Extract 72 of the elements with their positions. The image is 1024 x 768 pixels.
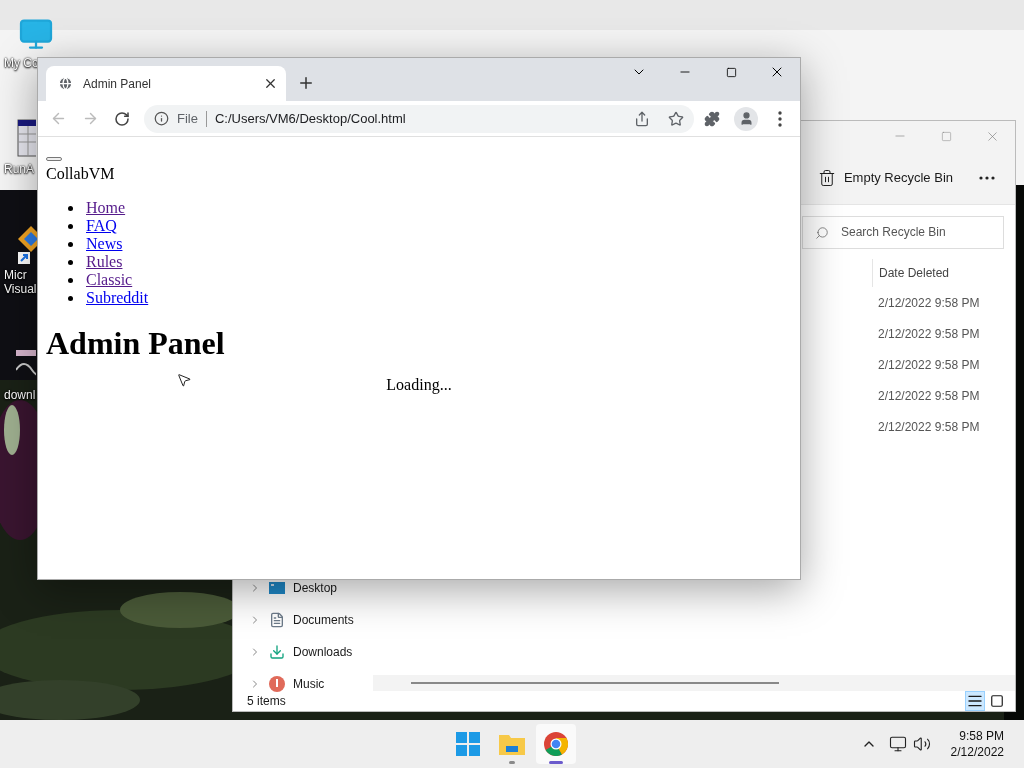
url-text: C:/Users/VM6/Desktop/Cool.html: [214, 109, 407, 128]
network-icon[interactable]: [888, 735, 907, 753]
nav-link[interactable]: News: [86, 235, 123, 253]
empty-recycle-bin-button[interactable]: Empty Recycle Bin: [809, 159, 961, 196]
nav-link[interactable]: Home: [86, 199, 126, 217]
share-icon[interactable]: [634, 110, 650, 127]
icon-label: Visual: [4, 282, 37, 296]
bullet-icon: [68, 295, 73, 301]
maximize-icon: [725, 66, 737, 78]
nav-item[interactable]: Music: [233, 675, 373, 693]
bullet-icon: [68, 259, 73, 265]
bullet-icon: [68, 223, 73, 229]
empty-button[interactable]: [46, 157, 62, 161]
nav-link[interactable]: FAQ: [86, 217, 117, 235]
search-icon: [815, 225, 829, 240]
volume-icon[interactable]: [912, 735, 931, 753]
site-brand: CollabVM: [46, 165, 116, 183]
running-indicator: [549, 761, 563, 764]
chrome-icon: [544, 732, 568, 756]
globe-icon: [58, 76, 73, 91]
trash-icon: [817, 168, 836, 187]
date-cell-text: 2/12/2022 9:58 PM: [878, 325, 980, 343]
person-icon: [738, 111, 754, 126]
page-heading: Admin Panel: [46, 325, 226, 361]
document-icon: [269, 612, 285, 628]
star-icon[interactable]: [668, 110, 684, 127]
icon-label: RunA: [4, 162, 35, 176]
date-cell-text: 2/12/2022 9:58 PM: [878, 356, 980, 374]
folder-icon: [499, 733, 525, 755]
view-button[interactable]: [965, 691, 985, 711]
taskbar-app[interactable]: [536, 724, 576, 764]
download-icon: [269, 644, 285, 660]
profile-button[interactable]: [734, 106, 758, 131]
column-header[interactable]: Date Deleted: [879, 264, 950, 282]
tiles-view-icon: [990, 694, 1004, 708]
bullet-icon: [68, 241, 73, 247]
cursor-icon: [176, 371, 192, 389]
icon-label: downl: [4, 388, 36, 402]
icon-label: Micr: [4, 268, 28, 282]
nav-item[interactable]: Documents: [233, 611, 373, 629]
list-view-icon: [967, 693, 983, 709]
nav-item[interactable]: Downloads: [233, 643, 373, 661]
info-icon[interactable]: [154, 111, 169, 126]
more-icon: [979, 175, 995, 180]
reload-icon: [114, 110, 130, 127]
windows-logo-icon: [456, 732, 480, 756]
browser-tab[interactable]: Admin Panel: [46, 66, 286, 101]
plus-icon: [297, 74, 315, 92]
item-count: 5 items: [247, 693, 286, 710]
nav-link[interactable]: Subreddit: [86, 289, 149, 307]
bullet-icon: [68, 277, 73, 283]
menu-icon: [778, 110, 782, 127]
address-bar[interactable]: File C:/Users/VM6/Desktop/Cool.html: [144, 104, 694, 133]
puzzle-icon: [704, 110, 720, 127]
nav-link[interactable]: Classic: [86, 271, 133, 289]
scheme-label: File: [177, 109, 198, 128]
calendar-icon[interactable]: [16, 118, 36, 158]
date-cell-text: 2/12/2022 9:58 PM: [878, 387, 980, 405]
close-tab-icon[interactable]: [263, 76, 278, 91]
nav-link[interactable]: Rules: [86, 253, 123, 271]
bullet-icon: [68, 205, 73, 211]
date-cell-text: 2/12/2022 9:58 PM: [878, 418, 980, 436]
loading-text: Loading...: [386, 375, 452, 396]
scrollbar-thumb[interactable]: [411, 682, 779, 684]
search-field[interactable]: Search Recycle Bin: [802, 215, 1004, 249]
folder-icon: [269, 581, 285, 595]
running-indicator: [509, 761, 515, 764]
music-icon: [269, 676, 285, 692]
clock[interactable]: 9:58 PM 2/12/2022: [950, 728, 1004, 760]
nav-item[interactable]: Desktop: [233, 579, 373, 597]
maximize-icon: [940, 130, 952, 142]
date-cell-text: 2/12/2022 9:58 PM: [878, 294, 980, 312]
